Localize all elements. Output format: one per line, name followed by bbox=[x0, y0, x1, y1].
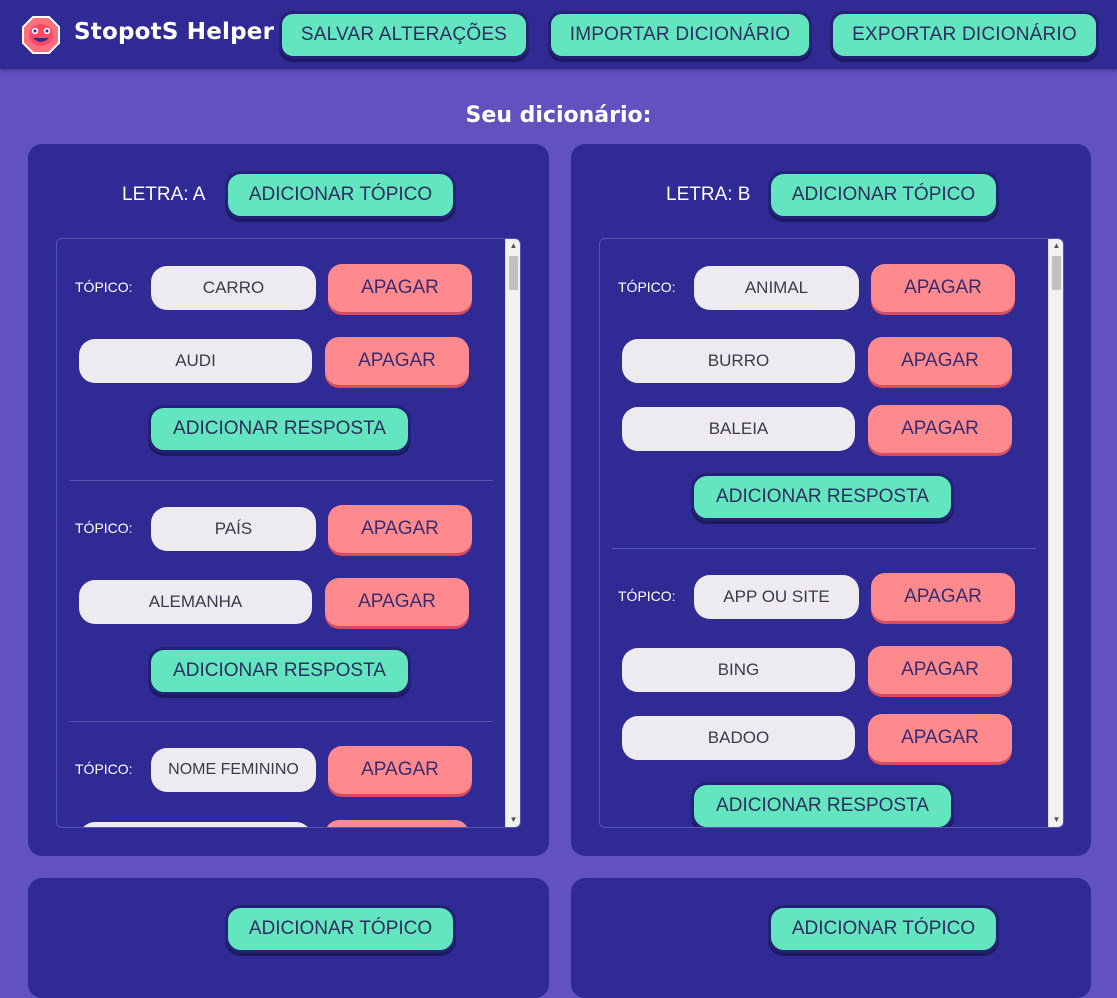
divider bbox=[69, 721, 493, 722]
delete-topic-button[interactable]: APAGAR bbox=[328, 264, 472, 312]
topic-row: TÓPICO: APP OU SITE APAGAR bbox=[600, 573, 1050, 621]
answer-row: BALEIA APAGAR bbox=[600, 405, 1050, 453]
letter-label: LETRA: A bbox=[122, 184, 206, 205]
import-dictionary-button[interactable]: IMPORTAR DICIONÁRIO bbox=[548, 11, 812, 59]
scroll-down-arrow-icon[interactable]: ▼ bbox=[1049, 813, 1063, 827]
add-answer-button[interactable]: ADICIONAR RESPOSTA bbox=[691, 782, 954, 827]
topic-row: TÓPICO: CARRO APAGAR bbox=[57, 264, 507, 312]
topic-list[interactable]: TÓPICO: ANIMAL APAGAR BURRO APAGAR BALEI… bbox=[599, 238, 1064, 828]
add-answer-button[interactable]: ADICIONAR RESPOSTA bbox=[691, 473, 954, 521]
topic-name-field[interactable]: CARRO bbox=[151, 266, 316, 310]
delete-answer-button[interactable]: APAGAR bbox=[868, 714, 1012, 762]
delete-answer-button[interactable]: APAGAR bbox=[325, 820, 469, 827]
scroll-down-arrow-icon[interactable]: ▼ bbox=[506, 813, 520, 827]
answer-field[interactable]: AUDI bbox=[79, 339, 312, 383]
answer-row: ALEMANHA APAGAR bbox=[57, 578, 507, 626]
add-topic-button[interactable]: ADICIONAR TÓPICO bbox=[768, 905, 999, 953]
delete-answer-button[interactable]: APAGAR bbox=[868, 337, 1012, 385]
answer-row: BADOO APAGAR bbox=[600, 714, 1050, 762]
answer-field[interactable] bbox=[79, 822, 312, 827]
answer-row: BURRO APAGAR bbox=[600, 337, 1050, 385]
scroll-thumb[interactable] bbox=[1052, 256, 1061, 290]
topic-label: TÓPICO: bbox=[618, 588, 676, 604]
scroll-up-arrow-icon[interactable]: ▲ bbox=[1049, 239, 1063, 253]
topic-name-field[interactable]: PAÍS bbox=[151, 507, 316, 551]
app-title: StopotS Helper bbox=[74, 19, 275, 45]
letter-label: LETRA: B bbox=[666, 184, 751, 205]
export-dictionary-button[interactable]: EXPORTAR DICIONÁRIO bbox=[830, 11, 1099, 59]
delete-answer-button[interactable]: APAGAR bbox=[868, 646, 1012, 694]
topic-label: TÓPICO: bbox=[75, 279, 133, 295]
delete-topic-button[interactable]: APAGAR bbox=[871, 573, 1015, 621]
letter-card-a: LETRA: A ADICIONAR TÓPICO TÓPICO: CARRO … bbox=[28, 144, 549, 856]
add-answer-button[interactable]: ADICIONAR RESPOSTA bbox=[148, 405, 411, 453]
letter-card-c: ADICIONAR TÓPICO bbox=[28, 878, 549, 998]
answer-row: APAGAR bbox=[57, 820, 507, 827]
top-bar: StopotS Helper SALVAR ALTERAÇÕES IMPORTA… bbox=[0, 0, 1117, 69]
delete-topic-button[interactable]: APAGAR bbox=[328, 746, 472, 794]
add-topic-button[interactable]: ADICIONAR TÓPICO bbox=[225, 171, 456, 219]
delete-topic-button[interactable]: APAGAR bbox=[328, 505, 472, 553]
delete-answer-button[interactable]: APAGAR bbox=[325, 337, 469, 385]
save-changes-button[interactable]: SALVAR ALTERAÇÕES bbox=[279, 11, 529, 59]
answer-field[interactable]: BALEIA bbox=[622, 407, 855, 451]
answer-field[interactable]: BING bbox=[622, 648, 855, 692]
scrollbar[interactable]: ▲ ▼ bbox=[1048, 239, 1063, 827]
answer-field[interactable]: BADOO bbox=[622, 716, 855, 760]
answer-field[interactable]: BURRO bbox=[622, 339, 855, 383]
delete-answer-button[interactable]: APAGAR bbox=[325, 578, 469, 626]
add-topic-button[interactable]: ADICIONAR TÓPICO bbox=[225, 905, 456, 953]
topic-name-field[interactable]: APP OU SITE bbox=[694, 575, 859, 619]
scroll-thumb[interactable] bbox=[509, 256, 518, 290]
page-title: Seu dicionário: bbox=[465, 103, 652, 128]
letter-header: LETRA: B ADICIONAR TÓPICO bbox=[571, 171, 1091, 219]
divider bbox=[69, 480, 493, 481]
add-topic-button[interactable]: ADICIONAR TÓPICO bbox=[768, 171, 999, 219]
letter-header: LETRA: A ADICIONAR TÓPICO bbox=[28, 171, 549, 219]
topic-label: TÓPICO: bbox=[75, 520, 133, 536]
topic-label: TÓPICO: bbox=[618, 279, 676, 295]
delete-answer-button[interactable]: APAGAR bbox=[868, 405, 1012, 453]
add-answer-button[interactable]: ADICIONAR RESPOSTA bbox=[148, 647, 411, 695]
topic-list[interactable]: TÓPICO: CARRO APAGAR AUDI APAGAR ADICION… bbox=[56, 238, 521, 828]
topic-name-field[interactable]: ANIMAL bbox=[694, 266, 859, 310]
letter-card-d: ADICIONAR TÓPICO bbox=[571, 878, 1091, 998]
delete-topic-button[interactable]: APAGAR bbox=[871, 264, 1015, 312]
topic-row: TÓPICO: NOME FEMININO APAGAR bbox=[57, 746, 507, 794]
scroll-up-arrow-icon[interactable]: ▲ bbox=[506, 239, 520, 253]
letter-card-b: LETRA: B ADICIONAR TÓPICO TÓPICO: ANIMAL… bbox=[571, 144, 1091, 856]
topic-row: TÓPICO: PAÍS APAGAR bbox=[57, 505, 507, 553]
scrollbar[interactable]: ▲ ▼ bbox=[505, 239, 520, 827]
divider bbox=[612, 548, 1036, 549]
answer-field[interactable]: ALEMANHA bbox=[79, 580, 312, 624]
topic-row: TÓPICO: ANIMAL APAGAR bbox=[600, 264, 1050, 312]
answer-row: AUDI APAGAR bbox=[57, 337, 507, 385]
topic-name-field[interactable]: NOME FEMININO bbox=[151, 748, 316, 792]
smiley-octagon-icon bbox=[22, 16, 60, 54]
answer-row: BING APAGAR bbox=[600, 646, 1050, 694]
topic-label: TÓPICO: bbox=[75, 761, 133, 777]
